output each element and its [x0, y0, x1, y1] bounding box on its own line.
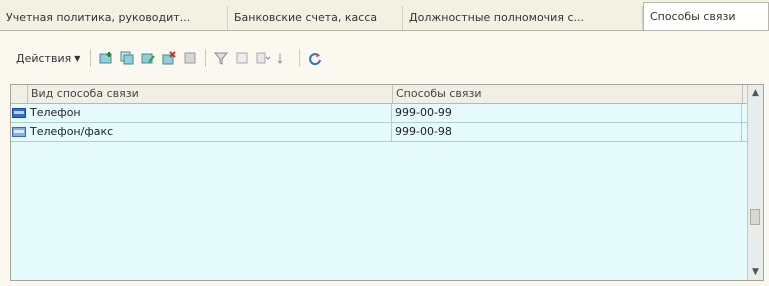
- actions-menu-button[interactable]: Действия ▼: [12, 47, 84, 69]
- cell-contact-type: Телефон: [27, 104, 392, 122]
- phone-icon: [11, 108, 27, 118]
- table-header: Вид способа связи Способы связи: [11, 85, 763, 104]
- row-header-corner: [11, 85, 28, 103]
- column-header-value[interactable]: Способы связи: [393, 85, 743, 103]
- scroll-thumb[interactable]: [750, 209, 760, 225]
- table-row[interactable]: Телефон 999-00-99: [11, 104, 763, 123]
- copy-icon[interactable]: [118, 49, 136, 67]
- tab-contact-methods[interactable]: Способы связи: [643, 2, 769, 30]
- table-row[interactable]: Телефон/факс 999-00-98: [11, 123, 763, 142]
- filter-off-icon[interactable]: [233, 49, 251, 67]
- toolbar-separator: [205, 49, 207, 67]
- tab-accounting-policy[interactable]: Учетная политика, руководит...: [0, 6, 228, 30]
- contact-methods-panel: Действия ▼ Вид способа связи Способы свя…: [0, 31, 769, 286]
- contact-methods-table: Вид способа связи Способы связи Телефон …: [10, 84, 764, 281]
- chevron-down-icon: ▼: [74, 53, 81, 63]
- cell-contact-value: 999-00-98: [392, 123, 742, 141]
- mark-icon[interactable]: [181, 49, 199, 67]
- fax-icon: [11, 127, 27, 137]
- filter-icon[interactable]: [212, 49, 230, 67]
- cell-contact-type: Телефон/факс: [27, 123, 392, 141]
- sort-icon[interactable]: [275, 49, 293, 67]
- tab-bar: Учетная политика, руководит... Банковски…: [0, 0, 769, 31]
- vertical-scrollbar[interactable]: ▲ ▼: [747, 85, 763, 280]
- hierarchy-icon[interactable]: [254, 49, 272, 67]
- refresh-icon[interactable]: [306, 49, 324, 67]
- actions-label: Действия: [16, 51, 72, 65]
- toolbar-separator: [299, 49, 301, 67]
- cell-contact-value: 999-00-99: [392, 104, 742, 122]
- scroll-down-icon[interactable]: ▼: [748, 264, 763, 280]
- scroll-up-icon[interactable]: ▲: [748, 85, 763, 101]
- tab-duties[interactable]: Должностные полномочия с...: [403, 6, 643, 30]
- column-header-type[interactable]: Вид способа связи: [28, 85, 393, 103]
- edit-icon[interactable]: [139, 49, 157, 67]
- delete-icon[interactable]: [160, 49, 178, 67]
- toolbar-separator: [90, 49, 92, 67]
- add-icon[interactable]: [97, 49, 115, 67]
- toolbar: Действия ▼: [12, 45, 324, 71]
- tab-bank-accounts[interactable]: Банковские счета, касса: [228, 6, 403, 30]
